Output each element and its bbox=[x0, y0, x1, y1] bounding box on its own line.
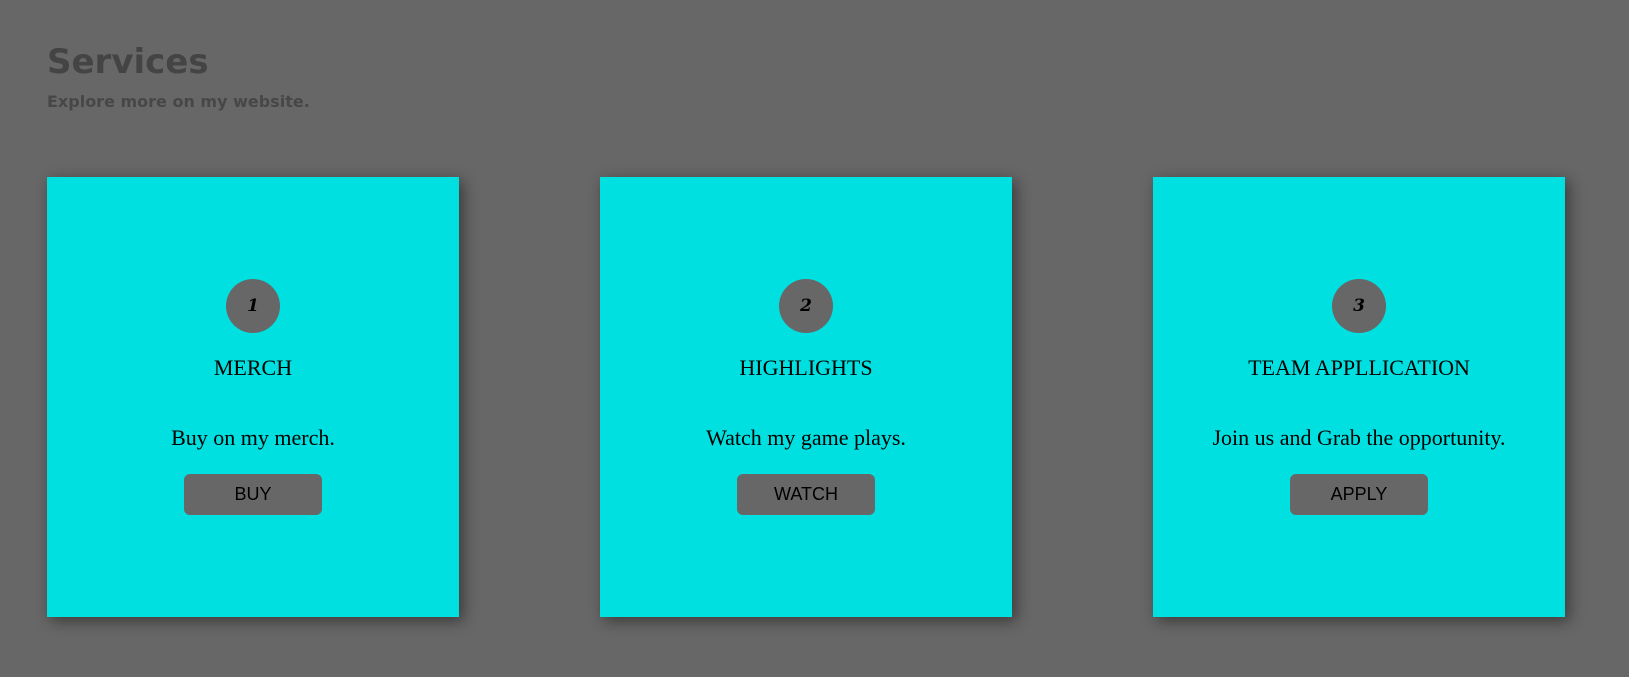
watch-button[interactable]: WATCH bbox=[737, 474, 875, 515]
card-title: HIGHLIGHTS bbox=[739, 355, 873, 380]
apply-button[interactable]: APPLY bbox=[1290, 474, 1428, 515]
number-badge: 1 bbox=[226, 279, 280, 333]
page-title: Services bbox=[47, 42, 209, 82]
page-subtitle: Explore more on my website. bbox=[47, 92, 310, 111]
card-title: MERCH bbox=[213, 355, 293, 380]
service-card-team-application: 3 TEAM APPLLICATION Join us and Grab the… bbox=[1153, 177, 1565, 617]
number-badge: 3 bbox=[1332, 279, 1386, 333]
number-badge: 2 bbox=[779, 279, 833, 333]
service-card-merch: 1 MERCH Buy on my merch. BUY bbox=[47, 177, 459, 617]
service-card-highlights: 2 HIGHLIGHTS Watch my game plays. WATCH bbox=[600, 177, 1012, 617]
services-header: Services Explore more on my website. bbox=[47, 38, 310, 112]
card-title: TEAM APPLLICATION bbox=[1248, 355, 1470, 380]
card-description: Watch my game plays. bbox=[706, 425, 906, 450]
card-description: Buy on my merch. bbox=[171, 425, 335, 450]
card-description: Join us and Grab the opportunity. bbox=[1212, 425, 1506, 450]
buy-button[interactable]: BUY bbox=[184, 474, 322, 515]
